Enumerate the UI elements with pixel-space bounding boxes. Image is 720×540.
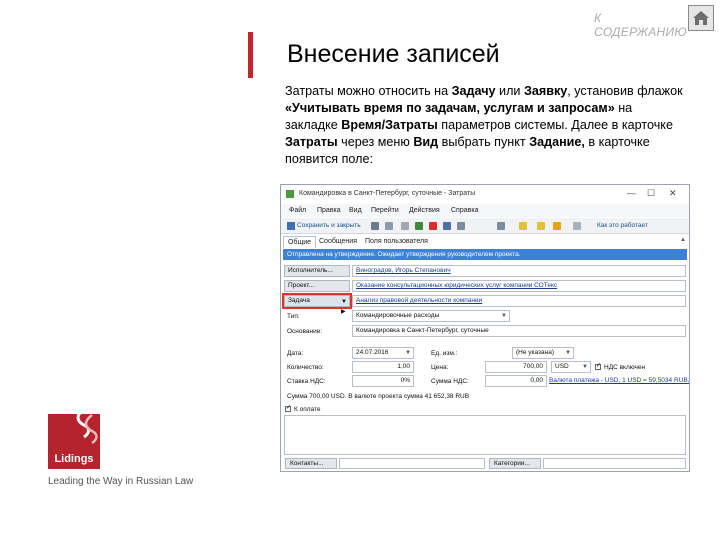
task-arrows-icon[interactable]: ▼ ▶ [341,297,349,317]
currency-value: USD [555,363,569,370]
contacts-field[interactable] [339,458,485,469]
menu-bar: Файл Правка Вид Перейти Действия Справка [281,204,689,217]
quantity-field[interactable]: 1,00 [352,361,414,373]
quantity-label: Количество: [287,364,324,371]
settings-icon[interactable] [573,222,581,230]
menu-file[interactable]: Файл [289,207,306,214]
print-icon[interactable] [385,222,393,230]
logo-mark-icon [76,407,98,445]
menu-help[interactable]: Справка [451,207,478,214]
home-icon [693,11,709,25]
flag-icon[interactable] [519,222,527,230]
menu-actions[interactable]: Действия [409,207,440,214]
project-button[interactable]: Проект... [284,280,350,292]
app-icon [286,190,294,198]
unit-label: Ед. изм.: [431,350,458,357]
nav-icon[interactable] [497,222,505,230]
forward-icon[interactable] [457,222,465,230]
tab-bar: Общие Сообщения Поля пользователя [283,236,687,248]
executor-button[interactable]: Исполнитель... [284,265,350,277]
price-label: Цена: [431,364,449,371]
how-it-works-link[interactable]: Как это работает [597,222,648,229]
type-label: Тип: [287,313,300,320]
warning-icon[interactable] [553,222,561,230]
vat-sum-field[interactable]: 0,00 [485,375,547,387]
categories-field[interactable] [543,458,686,469]
to-pay-checkbox[interactable] [285,404,291,412]
toolbar: Сохранить и закрыть Как это работает [281,218,689,234]
menu-view[interactable]: Вид [349,207,362,214]
unit-value: (Не указана) [516,349,555,356]
calendar-dropdown-icon: ▼ [405,350,411,356]
approve-icon[interactable] [415,222,423,230]
currency-select[interactable]: USD ▼ [551,361,591,373]
date-label: Дата: [287,350,304,357]
total-sum-text: Сумма 700,00 USD. В валюте проекта сумма… [287,393,470,400]
basis-field[interactable]: Командировка в Санкт-Петербург, суточные [352,325,686,337]
chevron-down-icon: ▼ [501,313,507,319]
description-textarea[interactable] [284,415,686,455]
attach-icon[interactable] [401,222,409,230]
vat-rate-label: Ставка НДС: [287,378,326,385]
menu-edit[interactable]: Правка [317,207,341,214]
date-value: 24.07.2016 [356,349,389,356]
body-text: Затраты можно относить на Задачу или Зая… [285,84,683,166]
tab-general[interactable]: Общие [283,236,317,248]
to-pay-label: К оплате [294,406,321,413]
unit-select[interactable]: (Не указана) ▼ [512,347,574,359]
vat-included-label: НДС включен [604,364,646,371]
chevron-down-icon: ▼ [565,350,571,356]
window-titlebar: Командировка в Санкт-Петербург, суточные… [281,185,689,203]
task-button-label: Задача [288,297,310,304]
chevron-down-icon: ▼ [582,364,588,370]
close-icon[interactable]: ✕ [669,188,677,199]
price-field[interactable]: 700,00 [485,361,547,373]
tab-messages[interactable]: Сообщения [315,236,361,248]
app-window-screenshot: Командировка в Санкт-Петербург, суточные… [280,184,690,472]
type-select[interactable]: Командировочные расходы ▼ [352,310,510,322]
contacts-button[interactable]: Контакты... [285,458,337,469]
save-icon[interactable] [371,222,379,230]
reject-icon[interactable] [429,222,437,230]
home-button[interactable] [688,5,714,31]
window-title: Командировка в Санкт-Петербург, суточные… [299,190,476,197]
logo-text: Lidings [54,453,94,465]
save-close-button[interactable]: Сохранить и закрыть [285,221,361,231]
toc-link[interactable]: К СОДЕРЖАНИЮ [594,11,688,39]
exchange-rate-link[interactable]: Валюта платежа - USD, 1 USD = 59,5034 RU… [549,377,689,384]
accent-bar [248,32,253,78]
executor-field[interactable]: Виноградов, Игорь Степанович [352,265,686,277]
vat-sum-label: Сумма НДС: [431,378,469,385]
executor-button-label: Исполнитель... [288,267,333,274]
note-icon[interactable] [537,222,545,230]
task-field[interactable]: Анализ правовой деятельности компании [352,295,686,307]
maximize-icon[interactable]: ☐ [647,188,655,199]
menu-go[interactable]: Перейти [371,207,399,214]
tab-user-fields[interactable]: Поля пользователя [361,236,432,248]
status-notice: Отправлена на утверждение. Ожидает утвер… [283,249,687,260]
basis-label: Основание: [287,328,323,335]
task-button[interactable]: Задача ▼ ▶ [282,293,352,315]
type-value: Командировочные расходы [356,312,440,319]
minimize-icon[interactable]: — [627,188,636,198]
project-field[interactable]: Оказание консультационных юридических ус… [352,280,686,292]
scroll-up-icon[interactable]: ▲ [680,237,686,243]
date-field[interactable]: 24.07.2016 ▼ [352,347,414,359]
vat-rate-field[interactable]: 0% [352,375,414,387]
project-button-label: Проект... [288,282,315,289]
vat-included-checkbox[interactable] [595,362,601,370]
tagline: Leading the Way in Russian Law [48,476,194,487]
refresh-icon[interactable] [443,222,451,230]
categories-button[interactable]: Категории... [489,458,541,469]
slide-title: Внесение записей [287,40,500,68]
